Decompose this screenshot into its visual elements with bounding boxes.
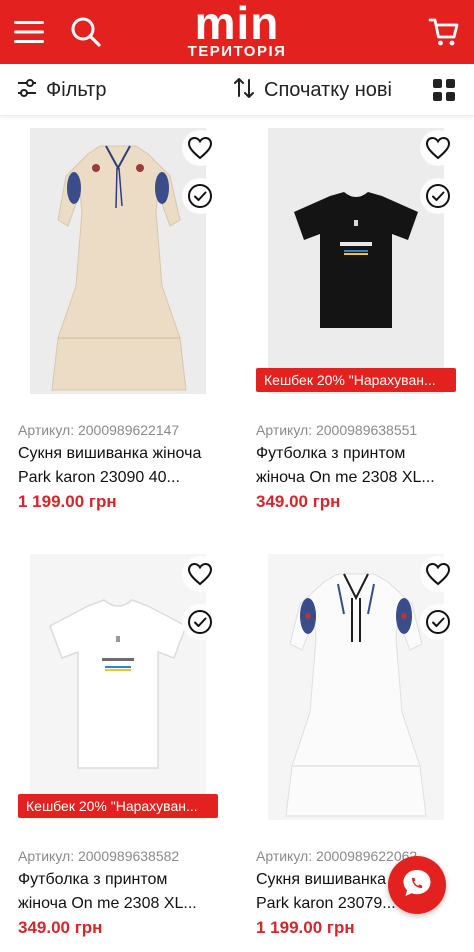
chat-bubble-icon — [400, 866, 434, 905]
heart-icon[interactable] — [420, 130, 456, 166]
product-card[interactable]: Артикул: 2000989622062 Сукня вишиванка ж… — [256, 552, 456, 937]
product-title[interactable]: Футболка з принтом жіноча On me 2308 XL.… — [256, 442, 456, 490]
logo-sub-text: ТЕРИТОРІЯ — [187, 43, 287, 60]
product-title[interactable]: Футболка з принтом жіноча On me 2308 XL.… — [18, 868, 218, 916]
cart-icon[interactable] — [424, 12, 464, 52]
product-price: 349.00 грн — [256, 492, 341, 511]
hamburger-menu-icon[interactable] — [9, 12, 49, 52]
dress-illustration — [285, 573, 427, 817]
product-sku: Артикул: 2000989622147 — [18, 422, 180, 438]
product-card[interactable]: Кешбек 20% "Нарахуван... Артикул: 200098… — [18, 552, 218, 937]
grid-view-icon[interactable] — [432, 78, 458, 104]
product-price: 349.00 грн — [18, 918, 103, 937]
product-sku: Артикул: 2000989622062 — [256, 848, 418, 864]
product-price: 1 199.00 грн — [18, 492, 117, 511]
dress-illustration — [51, 145, 187, 391]
product-image[interactable] — [256, 552, 456, 824]
product-image[interactable] — [18, 126, 218, 398]
sort-button[interactable]: Спочатку нові — [232, 74, 392, 106]
product-card[interactable]: Кешбек 20% "Нарахуван... Артикул: 200098… — [256, 126, 456, 511]
sort-label: Спочатку нові — [264, 78, 392, 101]
filter-button[interactable]: Фільтр — [16, 74, 106, 106]
product-sku: Артикул: 2000989638582 — [18, 848, 180, 864]
site-logo[interactable]: min ТЕРИТОРІЯ — [170, 0, 304, 62]
compare-check-icon[interactable] — [420, 604, 456, 640]
compare-check-icon[interactable] — [182, 604, 218, 640]
cashback-badge: Кешбек 20% "Нарахуван... — [256, 368, 456, 392]
heart-icon[interactable] — [420, 556, 456, 592]
product-image[interactable]: Кешбек 20% "Нарахуван... — [18, 552, 218, 824]
product-price: 1 199.00 грн — [256, 918, 355, 937]
filter-sliders-icon — [16, 77, 38, 104]
product-sku: Артикул: 2000989638551 — [256, 422, 418, 438]
product-image[interactable]: Кешбек 20% "Нарахуван... — [256, 126, 456, 398]
tshirt-illustration — [49, 599, 187, 769]
heart-icon[interactable] — [182, 556, 218, 592]
listing-toolbar: Фільтр Спочатку нові — [0, 64, 474, 116]
heart-icon[interactable] — [182, 130, 218, 166]
chat-button[interactable] — [388, 856, 446, 914]
compare-check-icon[interactable] — [420, 178, 456, 214]
product-title[interactable]: Сукня вишиванка жіноча Park karon 23090 … — [18, 442, 218, 490]
sort-arrows-icon — [232, 76, 256, 105]
top-header: min ТЕРИТОРІЯ — [0, 0, 474, 64]
logo-main-text: min — [194, 0, 280, 49]
search-icon[interactable] — [66, 12, 106, 52]
compare-check-icon[interactable] — [182, 178, 218, 214]
cashback-badge: Кешбек 20% "Нарахуван... — [18, 794, 218, 818]
filter-label: Фільтр — [46, 78, 107, 101]
tshirt-illustration — [294, 192, 418, 328]
product-card[interactable]: Артикул: 2000989622147 Сукня вишиванка ж… — [18, 126, 218, 511]
